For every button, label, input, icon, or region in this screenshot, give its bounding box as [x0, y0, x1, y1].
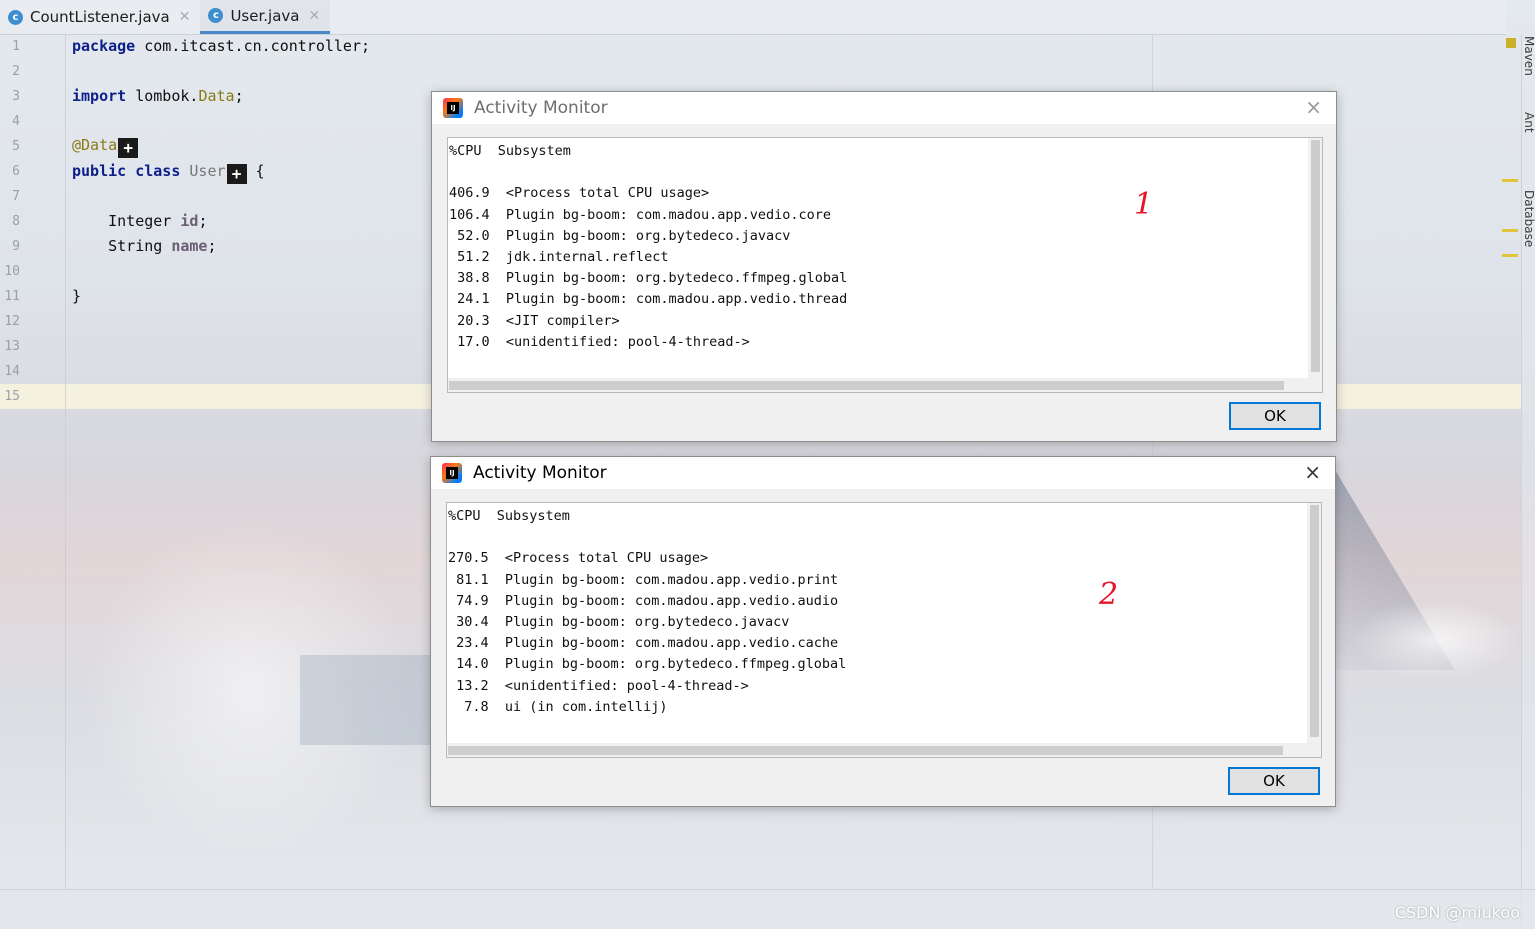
ok-button[interactable]: OK	[1229, 402, 1321, 430]
background-glow	[80, 520, 420, 860]
horizontal-scrollbar[interactable]	[448, 378, 1308, 392]
cpu-report-line: 406.9 <Process total CPU usage>	[449, 185, 710, 202]
warning-marker[interactable]	[1502, 254, 1518, 257]
line-number: 9	[12, 239, 20, 254]
code-line-field-id[interactable]: Integer id;	[72, 212, 207, 230]
expand-hint-icon[interactable]: +	[118, 138, 139, 158]
close-icon[interactable]: ×	[1304, 460, 1321, 484]
line-number: 2	[12, 64, 20, 79]
cpu-report-textarea[interactable]: %CPU Subsystem 406.9 <Process total CPU …	[447, 137, 1323, 393]
cpu-report-line: 7.8 ui (in com.intellij)	[448, 698, 668, 715]
scroll-thumb[interactable]	[449, 381, 1284, 390]
code-line-package[interactable]: package com.itcast.cn.controller;	[72, 37, 370, 55]
warning-marker[interactable]	[1502, 179, 1518, 182]
line-number: 10	[4, 264, 20, 279]
activity-monitor-dialog-1: Activity Monitor × %CPU Subsystem 406.9 …	[431, 91, 1337, 442]
line-number: 15	[4, 389, 20, 404]
dialog-title-bar[interactable]: Activity Monitor ×	[431, 457, 1335, 489]
tool-window-database[interactable]: Database	[1522, 190, 1535, 247]
java-class-icon: c	[208, 8, 224, 23]
line-number: 13	[4, 339, 20, 354]
cpu-report-line: 20.3 <JIT compiler>	[449, 312, 620, 329]
line-number: 14	[4, 364, 20, 379]
intellij-app-icon	[443, 98, 463, 118]
activity-monitor-dialog-2: Activity Monitor × %CPU Subsystem 270.5 …	[430, 456, 1336, 807]
line-number: 5	[12, 139, 20, 154]
cpu-report-line	[448, 527, 846, 548]
code-line-close-brace[interactable]: }	[72, 287, 81, 305]
cpu-report-line: 13.2 <unidentified: pool-4-thread->	[448, 677, 749, 694]
line-number: 3	[12, 89, 20, 104]
cpu-report-line: 51.2 jdk.internal.reflect	[449, 249, 669, 266]
code-line-field-name[interactable]: String name;	[72, 237, 216, 255]
cpu-report-textarea[interactable]: %CPU Subsystem 270.5 <Process total CPU …	[446, 502, 1322, 758]
cpu-report-line	[449, 162, 847, 183]
editor-tab-bar: c CountListener.java ✕ c User.java ✕	[0, 0, 1506, 35]
code-line-annotation[interactable]: @Data +	[72, 136, 139, 158]
right-tool-strip	[1521, 34, 1535, 928]
tab-label: CountListener.java	[30, 8, 170, 26]
java-class-icon: c	[8, 9, 23, 25]
cpu-report-line: 270.5 <Process total CPU usage>	[448, 550, 709, 567]
cpu-report-line: %CPU Subsystem	[449, 143, 571, 159]
line-number: 12	[4, 314, 20, 329]
background-shape	[1335, 470, 1455, 670]
tab-countlistener[interactable]: c CountListener.java ✕	[0, 0, 200, 34]
scroll-thumb[interactable]	[448, 746, 1283, 755]
watermark: CSDN @miukoo	[1394, 903, 1520, 922]
tool-window-maven[interactable]: Maven	[1522, 36, 1535, 76]
code-line-class[interactable]: public class User + {	[72, 162, 265, 184]
tab-label: User.java	[230, 6, 300, 25]
line-number: 4	[12, 114, 20, 129]
handwritten-mark: 2	[1099, 577, 1119, 612]
code-line-import[interactable]: import lombok.Data;	[72, 87, 244, 105]
bottom-tool-bar	[0, 889, 1535, 929]
inspection-status-icon[interactable]	[1506, 38, 1516, 48]
cpu-report-line: %CPU Subsystem	[448, 508, 570, 524]
warning-marker[interactable]	[1502, 229, 1518, 232]
cpu-report-line: 14.0 Plugin bg-boom: org.bytedeco.ffmpeg…	[448, 656, 847, 673]
cpu-report-text: %CPU Subsystem 406.9 <Process total CPU …	[448, 138, 847, 353]
cpu-report-line: 106.4 Plugin bg-boom: com.madou.app.vedi…	[449, 206, 832, 223]
cpu-report-line: 23.4 Plugin bg-boom: com.madou.app.vedio…	[448, 635, 839, 652]
close-icon[interactable]: ✕	[179, 9, 191, 25]
cpu-report-line: 52.0 Plugin bg-boom: org.bytedeco.javacv	[449, 227, 791, 244]
vertical-scrollbar[interactable]	[1308, 138, 1322, 392]
intellij-app-icon	[442, 463, 462, 483]
horizontal-scrollbar[interactable]	[447, 743, 1307, 757]
cpu-report-line: 74.9 Plugin bg-boom: com.madou.app.vedio…	[448, 592, 839, 609]
line-number: 6	[12, 164, 20, 179]
scroll-thumb[interactable]	[1311, 140, 1320, 372]
tab-user[interactable]: c User.java ✕	[200, 0, 331, 34]
close-icon[interactable]: ×	[1305, 95, 1322, 119]
dialog-title-bar[interactable]: Activity Monitor ×	[432, 92, 1336, 124]
cpu-report-line: 38.8 Plugin bg-boom: org.bytedeco.ffmpeg…	[449, 270, 848, 287]
line-number-gutter: 1 2 3 4 5 6 7 8 9 10 11 12 13 14 15	[0, 34, 66, 889]
line-number: 7	[12, 189, 20, 204]
cpu-report-line: 17.0 <unidentified: pool-4-thread->	[449, 333, 750, 350]
line-number: 1	[12, 39, 20, 54]
vertical-scrollbar[interactable]	[1307, 503, 1321, 757]
dialog-title: Activity Monitor	[474, 98, 608, 118]
cpu-report-line: 81.1 Plugin bg-boom: com.madou.app.vedio…	[448, 571, 839, 588]
close-icon[interactable]: ✕	[308, 8, 320, 24]
dialog-title: Activity Monitor	[473, 463, 607, 483]
line-number: 8	[12, 214, 20, 229]
line-number: 11	[4, 289, 20, 304]
background-waves	[1350, 600, 1520, 680]
cpu-report-line: 24.1 Plugin bg-boom: com.madou.app.vedio…	[449, 291, 848, 308]
tool-window-ant[interactable]: Ant	[1522, 112, 1535, 133]
scroll-thumb[interactable]	[1310, 505, 1319, 737]
handwritten-mark: 1	[1134, 187, 1154, 222]
cpu-report-line: 30.4 Plugin bg-boom: org.bytedeco.javacv	[448, 614, 790, 631]
expand-hint-icon[interactable]: +	[226, 164, 247, 184]
cpu-report-text: %CPU Subsystem 270.5 <Process total CPU …	[447, 503, 846, 718]
ok-button[interactable]: OK	[1228, 767, 1320, 795]
